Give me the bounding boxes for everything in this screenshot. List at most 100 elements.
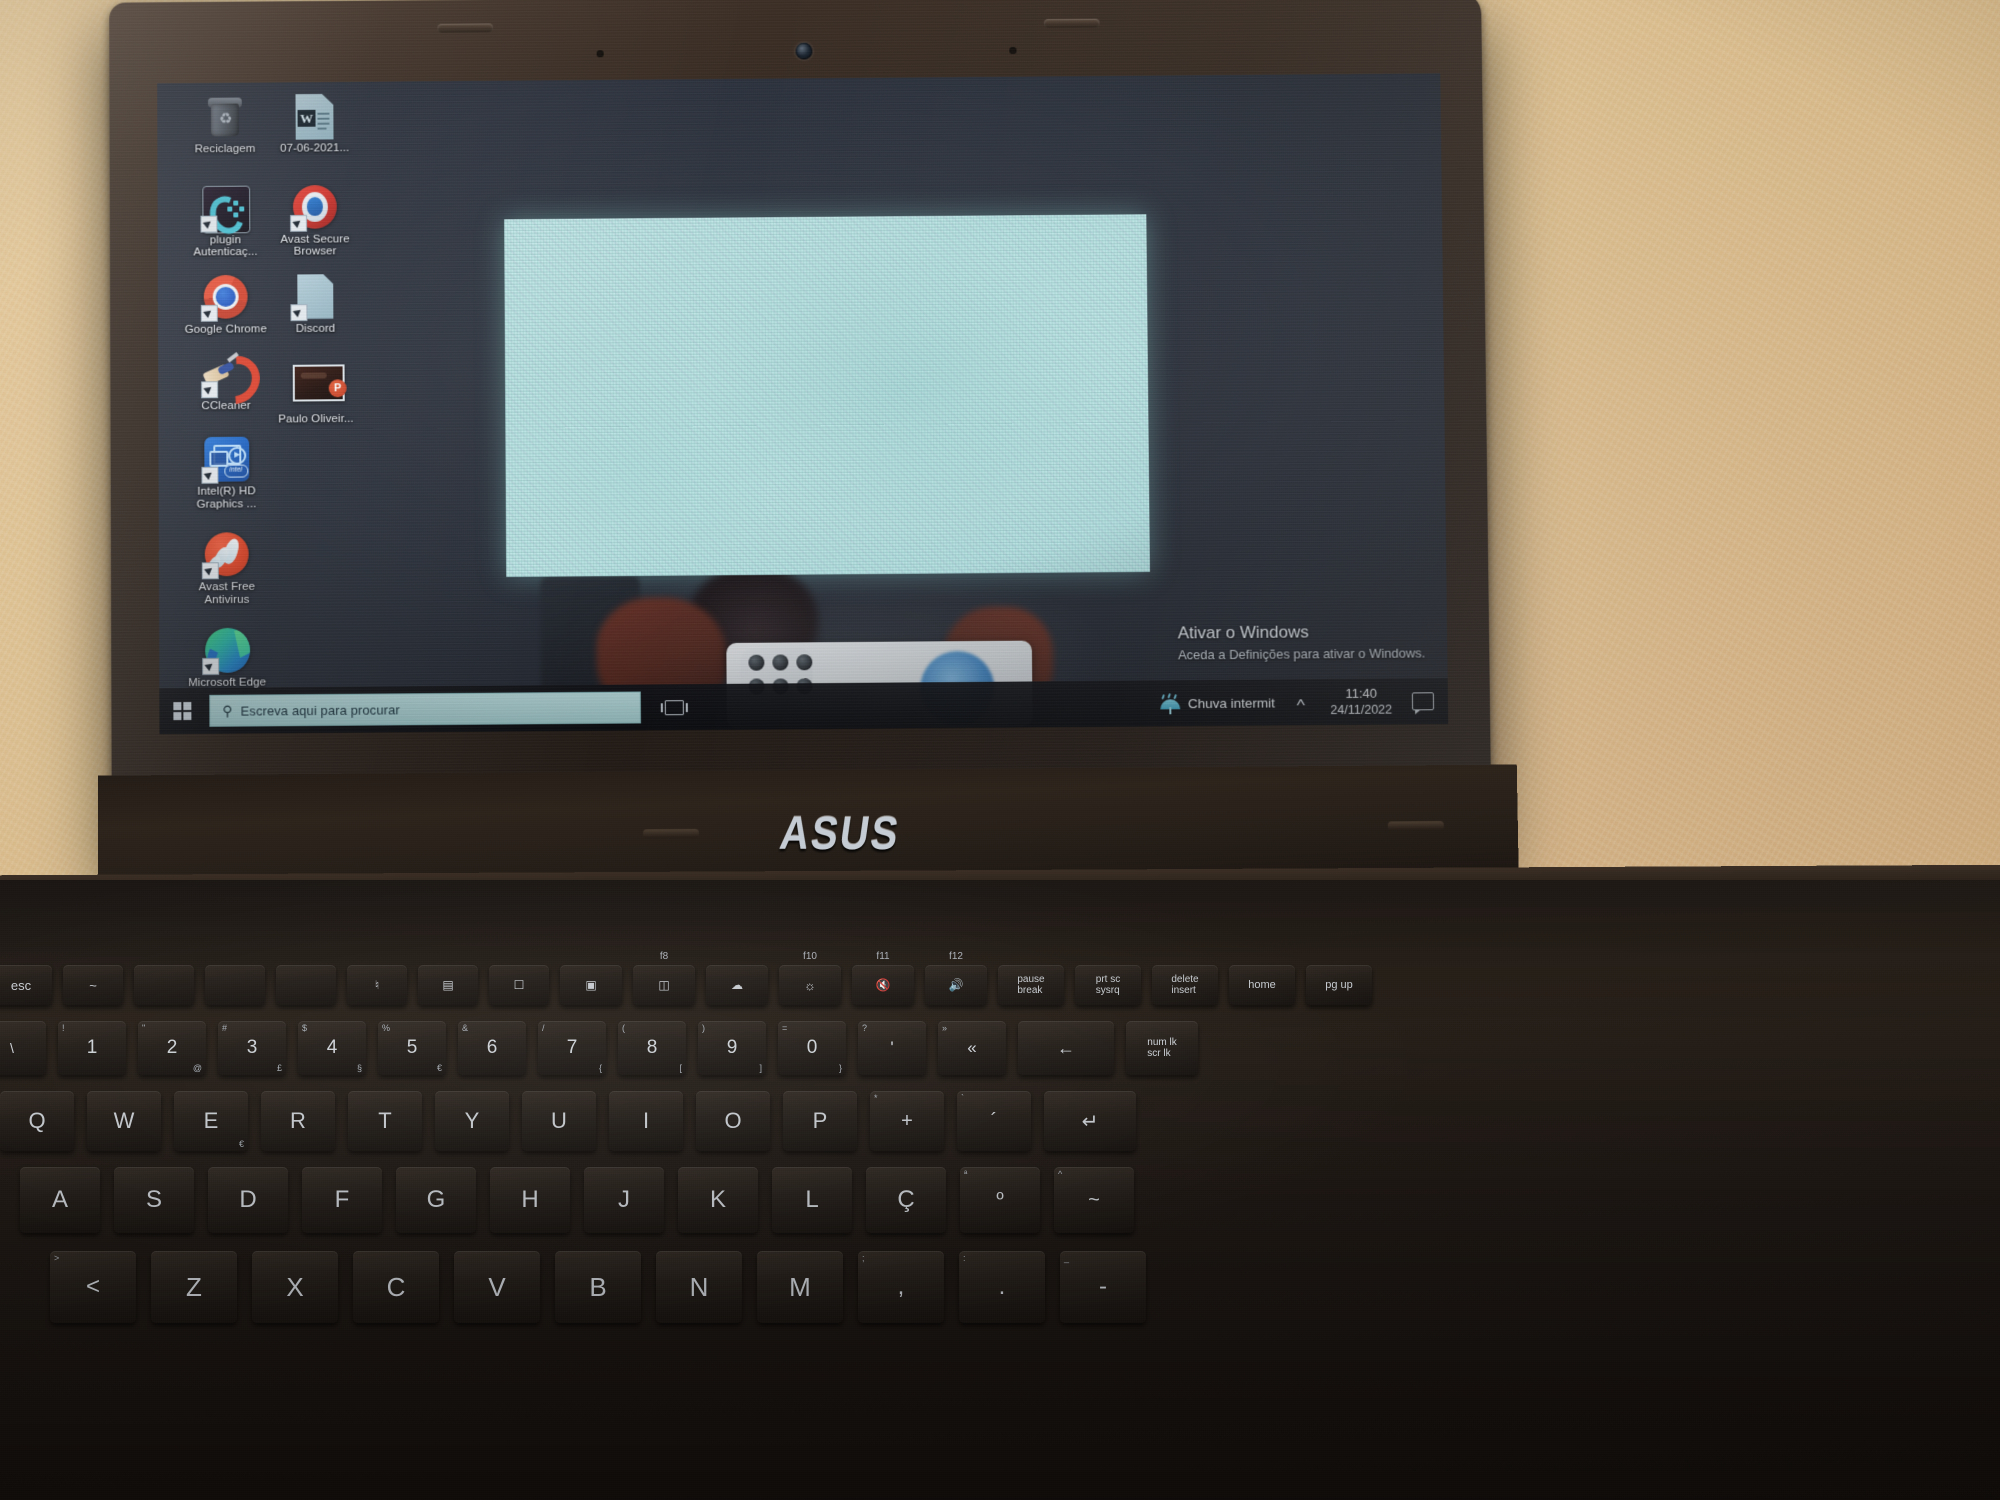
key-f10[interactable]: ☼ f10	[779, 951, 841, 1005]
lid-notch-right	[1043, 18, 1100, 29]
key-a[interactable]: A	[20, 1167, 100, 1233]
key-tilde[interactable]: ~	[63, 965, 123, 1005]
key-0[interactable]: 0 =}	[778, 1021, 846, 1075]
key-num-lock[interactable]: num lk scr lk	[1126, 1021, 1198, 1075]
key-f11[interactable]: 🔇 f11	[852, 951, 914, 1005]
clock-date: 24/11/2022	[1330, 702, 1393, 718]
microphone-right	[1009, 47, 1017, 54]
taskbar-clock[interactable]: 11:40 24/11/2022	[1330, 686, 1392, 718]
key-page-up[interactable]: pg up	[1306, 965, 1372, 1005]
key-ccedilla[interactable]: Ç	[866, 1167, 946, 1233]
desktop-icon-word-document[interactable]: W 07-06-2021...	[267, 94, 363, 156]
key-tilde-dead[interactable]: ~ ^	[1054, 1167, 1134, 1233]
watermark-subtitle: Aceda a Definições para ativar o Windows…	[1177, 645, 1426, 663]
show-hidden-icons-button[interactable]: ˄	[1296, 695, 1306, 710]
key-f4[interactable]: ♮	[347, 965, 407, 1005]
key-1[interactable]: 1!	[58, 1021, 126, 1075]
key-j[interactable]: J	[584, 1167, 664, 1233]
search-input[interactable]: ⚲ Escreva aqui para procurar	[209, 691, 641, 727]
windows-taskbar: ⚲ Escreva aqui para procurar Chuva inter…	[159, 678, 1449, 735]
task-view-button[interactable]	[659, 692, 689, 722]
ccleaner-icon	[201, 346, 270, 415]
key-f7[interactable]: ▣	[560, 965, 622, 1005]
key-f6[interactable]: ☐	[489, 965, 549, 1005]
key-pause-break[interactable]: pause break	[998, 965, 1064, 1005]
key-delete-insert[interactable]: delete insert	[1152, 965, 1218, 1005]
key-z[interactable]: Z	[151, 1251, 237, 1323]
key-6[interactable]: 6 &	[458, 1021, 526, 1075]
key-f5[interactable]: ▤	[418, 965, 478, 1005]
desktop-icon-google-chrome[interactable]: Google Chrome	[178, 274, 274, 336]
key-b[interactable]: B	[555, 1251, 641, 1323]
desktop-icon-ccleaner[interactable]: CCleaner	[178, 346, 274, 415]
key-p[interactable]: P	[783, 1091, 857, 1151]
desktop-icon-label: Discord	[295, 322, 336, 335]
key-esc[interactable]: esc	[0, 965, 52, 1005]
key-f12[interactable]: 🔊 f12	[925, 951, 987, 1005]
key-f[interactable]: F	[302, 1167, 382, 1233]
weather-widget[interactable]: Chuva intermit	[1159, 693, 1275, 715]
key-m[interactable]: M	[757, 1251, 843, 1323]
key-2[interactable]: 2 " @	[138, 1021, 206, 1075]
desktop-icon-microsoft-edge[interactable]: Microsoft Edge	[179, 628, 275, 690]
desktop-icon-plugin-autenticacao[interactable]: plugin Autenticaç...	[177, 185, 273, 259]
key-l[interactable]: L	[772, 1167, 852, 1233]
key-plus[interactable]: + *	[870, 1091, 944, 1151]
key-r[interactable]: R	[261, 1091, 335, 1151]
desktop-icon-reciclagem[interactable]: ♻ Reciclagem	[177, 94, 273, 156]
key-u[interactable]: U	[522, 1091, 596, 1151]
key-h[interactable]: H	[490, 1167, 570, 1233]
key-backspace[interactable]: ←	[1018, 1021, 1114, 1075]
key-period[interactable]: .:	[959, 1251, 1045, 1323]
key-d[interactable]: D	[208, 1167, 288, 1233]
key-y[interactable]: Y	[435, 1091, 509, 1151]
key-g[interactable]: G	[396, 1167, 476, 1233]
key-i[interactable]: I	[609, 1091, 683, 1151]
shortcut-arrow-icon	[290, 303, 308, 321]
key-o[interactable]: O	[696, 1091, 770, 1151]
key-f1[interactable]	[134, 965, 194, 1005]
key-less-than[interactable]: < >	[50, 1251, 136, 1323]
desktop-icon-label: Reciclagem	[194, 142, 256, 156]
key-apostrophe[interactable]: '?	[858, 1021, 926, 1075]
key-c[interactable]: C	[353, 1251, 439, 1323]
key-7[interactable]: 7/{	[538, 1021, 606, 1075]
key-v[interactable]: V	[454, 1251, 540, 1323]
key-4[interactable]: 4 $ §	[298, 1021, 366, 1075]
key-hyphen[interactable]: - _	[1060, 1251, 1146, 1323]
keyboard: esc ~ ♮ ▤ ☐ ▣ ◫ f8 ☁ ☼ f10 🔇 f11 🔊 f12 pause…	[0, 905, 2000, 1500]
desktop-icon-paulo-oliveira[interactable]: P Paulo Oliveir...	[268, 364, 364, 427]
key-9[interactable]: 9)]	[698, 1021, 766, 1075]
key-8[interactable]: 8([	[618, 1021, 686, 1075]
key-f9[interactable]: ☁	[706, 965, 768, 1005]
key-w[interactable]: W	[87, 1091, 161, 1151]
key-acute[interactable]: ´ `	[957, 1091, 1031, 1151]
key-3[interactable]: 3 # £	[218, 1021, 286, 1075]
key-f2[interactable]	[205, 965, 265, 1005]
key-q[interactable]: Q	[0, 1091, 74, 1151]
desktop-icon-avast-secure-browser[interactable]: Avast Secure Browser	[267, 184, 363, 258]
key-t[interactable]: T	[348, 1091, 422, 1151]
key-print-screen[interactable]: prt sc sysrq	[1075, 965, 1141, 1005]
desktop-icon-avast-free-antivirus[interactable]: Avast Free Antivirus	[179, 532, 275, 607]
key-comma[interactable]: ,;	[858, 1251, 944, 1323]
key-home[interactable]: home	[1229, 965, 1295, 1005]
key-guillemet[interactable]: «»	[938, 1021, 1006, 1075]
key-f8[interactable]: ◫ f8	[633, 951, 695, 1005]
key-k[interactable]: K	[678, 1167, 758, 1233]
desktop-icon-label: plugin Autenticaç...	[193, 233, 258, 259]
key-enter[interactable]: ↵	[1044, 1091, 1136, 1151]
speech-bubble-icon[interactable]	[1411, 692, 1435, 711]
key-x[interactable]: X	[252, 1251, 338, 1323]
start-button[interactable]	[159, 688, 205, 734]
key-masculine-ordinal[interactable]: ºª	[960, 1167, 1040, 1233]
key-f3[interactable]	[276, 965, 336, 1005]
key-5[interactable]: 5% €	[378, 1021, 446, 1075]
desktop-icon-discord[interactable]: Discord	[267, 274, 363, 336]
bright-application-window[interactable]	[504, 214, 1150, 577]
desktop-icon-intel-hd-graphics[interactable]: intel Intel(R) HD Graphics ...	[178, 436, 274, 511]
key-backslash[interactable]: \|	[0, 1021, 46, 1075]
key-s[interactable]: S	[114, 1167, 194, 1233]
key-e[interactable]: E €	[174, 1091, 248, 1151]
key-n[interactable]: N	[656, 1251, 742, 1323]
